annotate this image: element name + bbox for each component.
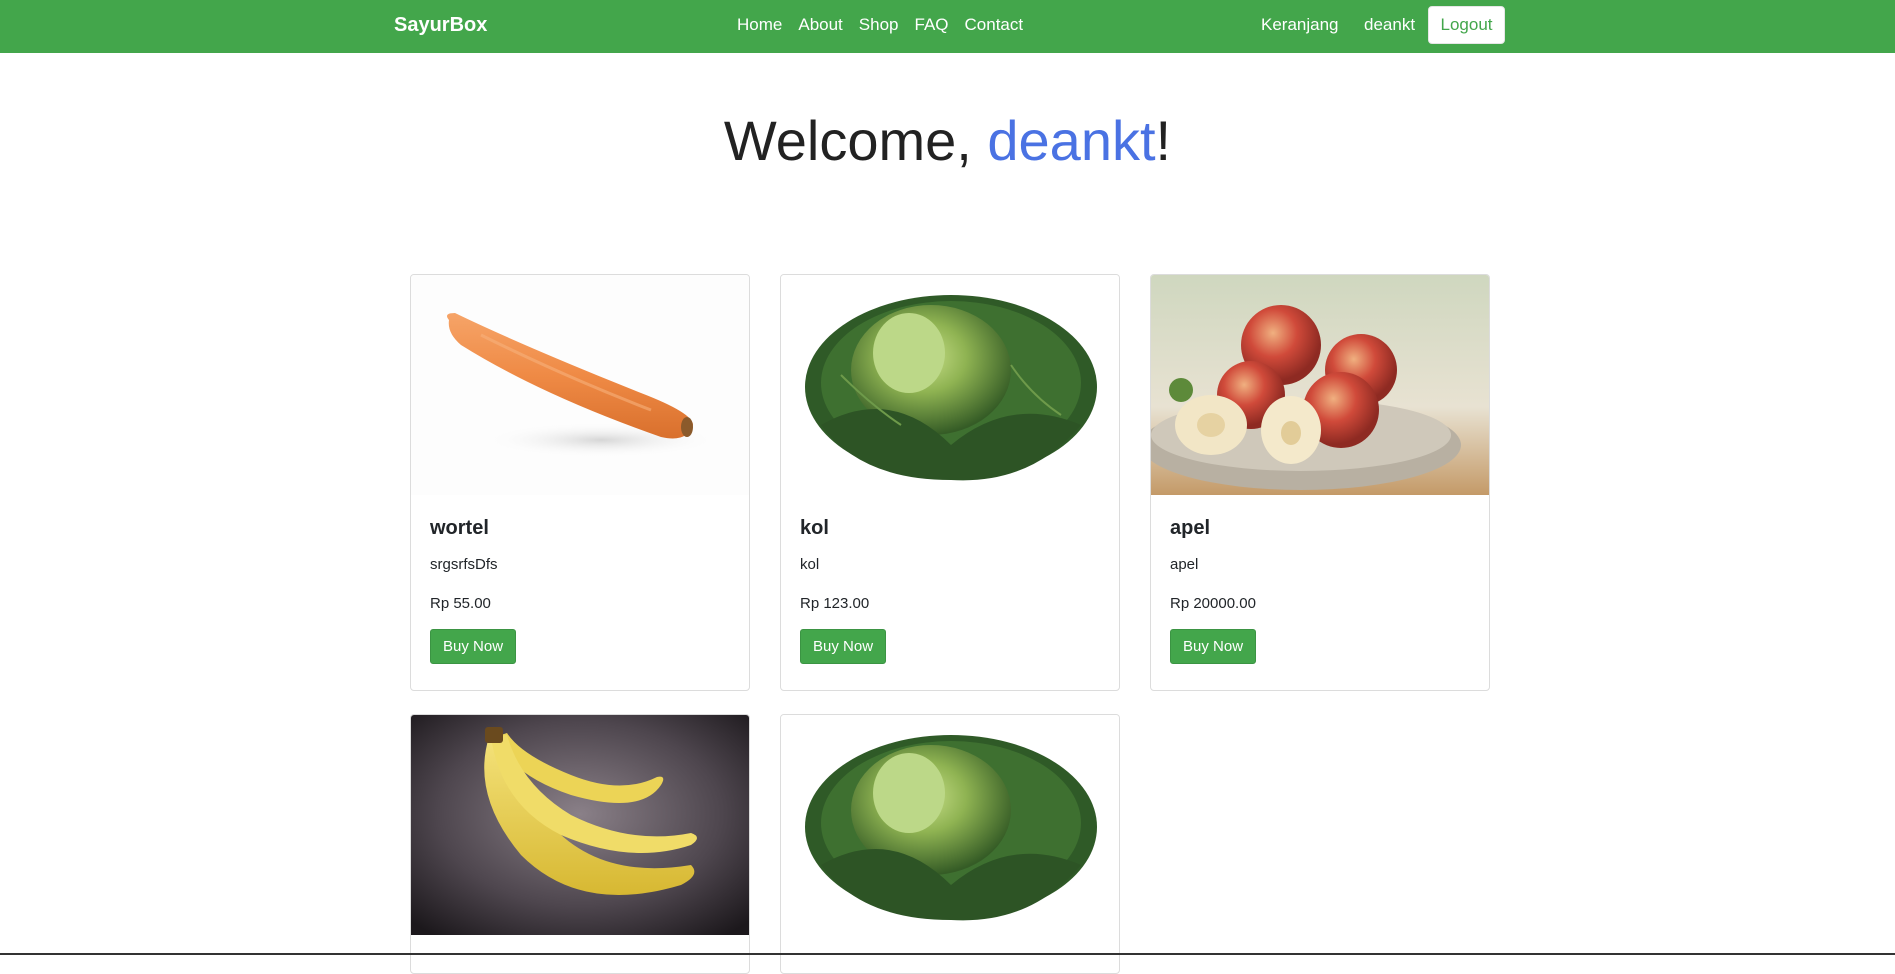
nav-home-link[interactable]: Home — [737, 15, 782, 35]
user-profile-link[interactable]: deankt — [1364, 15, 1415, 35]
buy-now-button[interactable]: Buy Now — [800, 629, 887, 664]
product-card-kol: kol kol Rp 123.00 Buy Now — [780, 274, 1120, 691]
product-description: apel — [1170, 556, 1199, 573]
buy-now-button[interactable]: Buy Now — [430, 629, 517, 664]
apples-image — [1151, 275, 1489, 495]
product-card-kol-2 — [780, 714, 1120, 974]
card-body: kol kol Rp 123.00 Buy Now — [781, 495, 1119, 690]
navbar: SayurBox Home About Shop FAQ Contact Ker… — [0, 0, 1895, 53]
nav-about-link[interactable]: About — [798, 15, 842, 35]
card-body: wortel srgsrfsDfs Rp 55.00 Buy Now — [411, 495, 749, 690]
product-description: srgsrfsDfs — [430, 556, 498, 573]
product-card-wortel: wortel srgsrfsDfs Rp 55.00 Buy Now — [410, 274, 750, 691]
product-card-bananas — [410, 714, 750, 974]
cabbage-image — [781, 715, 1119, 935]
welcome-greeting: Welcome, — [723, 109, 988, 172]
nav-contact-link[interactable]: Contact — [965, 15, 1024, 35]
welcome-suffix: ! — [1155, 109, 1172, 172]
nav-shop-link[interactable]: Shop — [859, 15, 899, 35]
product-price: Rp 123.00 — [800, 595, 870, 612]
nav-faq-link[interactable]: FAQ — [915, 15, 949, 35]
cabbage-image — [781, 275, 1119, 495]
bananas-image — [411, 715, 749, 935]
carrot-image — [411, 275, 749, 495]
welcome-username: deankt — [987, 109, 1156, 172]
product-name: wortel — [430, 517, 489, 539]
product-card-apel: apel apel Rp 20000.00 Buy Now — [1150, 274, 1490, 691]
cart-link[interactable]: Keranjang — [1261, 15, 1339, 35]
product-price: Rp 20000.00 — [1170, 595, 1256, 612]
brand-logo[interactable]: SayurBox — [394, 14, 487, 37]
product-price: Rp 55.00 — [430, 595, 491, 612]
product-name: apel — [1170, 517, 1211, 539]
card-body: apel apel Rp 20000.00 Buy Now — [1151, 495, 1489, 690]
nav-links: Home About Shop FAQ Contact — [737, 15, 1023, 35]
product-description: kol — [800, 556, 820, 573]
product-name: kol — [800, 517, 829, 539]
logout-button[interactable]: Logout — [1428, 6, 1505, 44]
buy-now-button[interactable]: Buy Now — [1170, 629, 1257, 664]
welcome-heading: Welcome, deankt! — [0, 108, 1895, 173]
